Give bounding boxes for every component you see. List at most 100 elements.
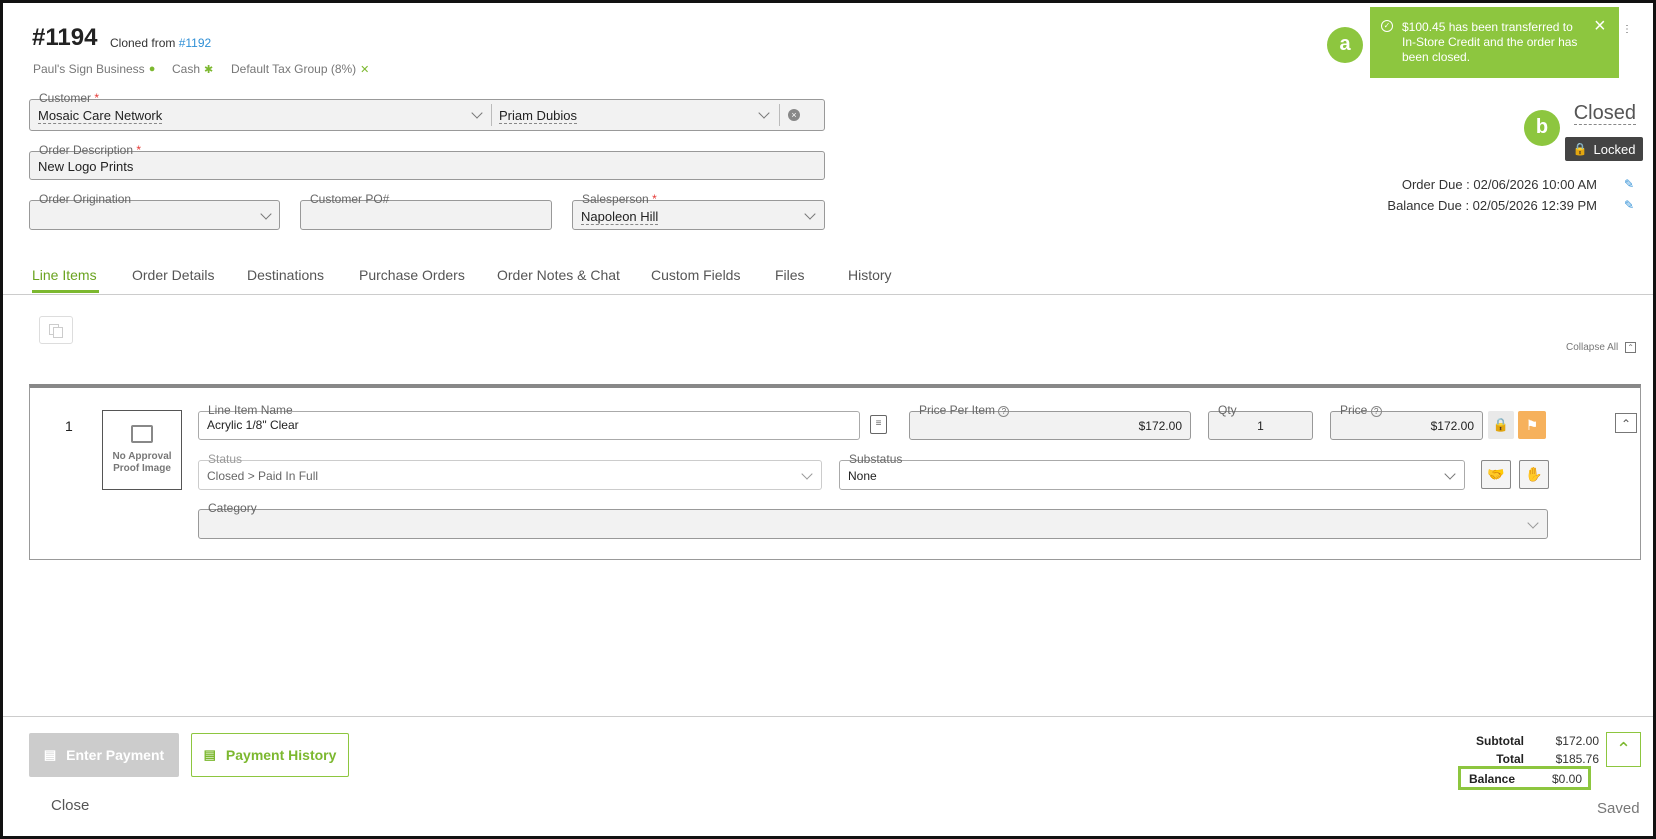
clear-contact-icon[interactable]: × bbox=[788, 109, 800, 121]
balance-highlight: Balance $0.00 bbox=[1458, 766, 1591, 790]
customer-field[interactable]: Customer * Mosaic Care Network Priam Dub… bbox=[29, 91, 825, 131]
contact-value: Priam Dubios bbox=[499, 108, 578, 124]
order-origination-label: Order Origination bbox=[37, 192, 134, 206]
qty-value: 1 bbox=[1257, 419, 1264, 433]
annotation-badge-a: a bbox=[1327, 27, 1363, 63]
tab-destinations[interactable]: Destinations bbox=[247, 267, 324, 283]
copy-icon-back bbox=[53, 327, 63, 338]
substatus-chevron-down-icon[interactable] bbox=[1444, 468, 1456, 480]
percent-icon: ✕ bbox=[360, 63, 370, 76]
collapse-line-item-chevron-up-icon[interactable]: ⌃ bbox=[1615, 413, 1637, 433]
payment-history-button[interactable]: ▤ Payment History bbox=[191, 733, 349, 777]
status-field[interactable]: Status Closed > Paid In Full bbox=[198, 452, 822, 490]
asterisk-icon: ✱ bbox=[204, 63, 214, 76]
customer-value: Mosaic Care Network bbox=[38, 108, 163, 124]
tab-order-notes-chat[interactable]: Order Notes & Chat bbox=[497, 267, 620, 283]
proof-image-placeholder[interactable]: No Approval Proof Image bbox=[102, 410, 182, 490]
lock-icon: 🔒 bbox=[1572, 142, 1588, 156]
price-help-icon: ? bbox=[1370, 406, 1382, 417]
customer-po-field[interactable]: Customer PO# bbox=[300, 192, 552, 230]
line-item-name-value: Acrylic 1/8" Clear bbox=[207, 418, 299, 432]
handshake-broken-icon[interactable]: ✋ bbox=[1519, 460, 1549, 489]
toast-message: $100.45 has been transferred to In-Store… bbox=[1402, 20, 1578, 64]
balance-value: $0.00 bbox=[1551, 772, 1582, 786]
order-description-field[interactable]: Order Description * New Logo Prints bbox=[29, 143, 825, 180]
balance-due: Balance Due : 02/05/2026 12:39 PM bbox=[1387, 198, 1597, 213]
tab-bar: Line Items Order Details Destinations Pu… bbox=[3, 251, 1653, 295]
order-description-value: New Logo Prints bbox=[38, 159, 134, 174]
status-value: Closed > Paid In Full bbox=[207, 469, 319, 483]
cloned-from-link[interactable]: #1192 bbox=[179, 36, 211, 50]
receipt-icon: ▤ bbox=[203, 747, 216, 762]
salesperson-chevron-down-icon[interactable] bbox=[804, 208, 816, 220]
line-item-name-label: Line Item Name bbox=[206, 403, 295, 417]
category-chevron-down-icon[interactable] bbox=[1527, 517, 1539, 529]
tax-meta: Default Tax Group (8%) ✕ bbox=[231, 62, 369, 76]
collapse-all-label: Collapse All bbox=[1566, 342, 1619, 354]
tab-order-details[interactable]: Order Details bbox=[132, 267, 214, 283]
edit-balance-due-pencil-icon[interactable]: ✎ bbox=[1624, 198, 1635, 212]
order-description-label: Order Description * bbox=[37, 143, 144, 157]
flag-icon[interactable]: ⚑ bbox=[1518, 411, 1546, 439]
locked-badge[interactable]: 🔒 Locked bbox=[1565, 137, 1643, 161]
tab-line-items[interactable]: Line Items bbox=[32, 267, 97, 283]
copy-line-items-button[interactable] bbox=[39, 316, 73, 344]
line-item-card: 1 No Approval Proof Image Line Item Name… bbox=[29, 384, 1641, 560]
order-status[interactable]: Closed bbox=[1573, 102, 1636, 125]
substatus-value: None bbox=[848, 469, 877, 483]
enter-payment-label: Enter Payment bbox=[66, 747, 165, 763]
salesperson-field[interactable]: Salesperson * Napoleon Hill bbox=[572, 192, 825, 230]
line-item-number: 1 bbox=[65, 418, 73, 434]
more-options-icon[interactable]: ⋮ bbox=[1622, 25, 1632, 35]
customer-chevron-down-icon[interactable] bbox=[471, 107, 483, 119]
origination-chevron-down-icon[interactable] bbox=[260, 208, 272, 220]
payment-history-label: Payment History bbox=[225, 747, 337, 763]
line-item-name-field[interactable]: Line Item Name Acrylic 1/8" Clear bbox=[198, 403, 860, 440]
list-details-icon[interactable]: ≡ bbox=[870, 415, 887, 434]
proof-image-text: No Approval Proof Image bbox=[112, 451, 172, 474]
category-field[interactable]: Category bbox=[198, 501, 1548, 539]
saved-status: Saved bbox=[1597, 800, 1640, 817]
category-label: Category bbox=[206, 501, 259, 515]
price-value: $172.00 bbox=[1430, 419, 1474, 433]
check-circle-icon: ✓ bbox=[1381, 20, 1393, 32]
salesperson-label: Salesperson * bbox=[580, 192, 659, 206]
close-button[interactable]: Close bbox=[51, 797, 89, 814]
contact-chevron-down-icon[interactable] bbox=[758, 107, 770, 119]
customer-label: Customer * bbox=[37, 91, 102, 105]
order-origination-field[interactable]: Order Origination bbox=[29, 192, 280, 230]
close-toast-icon[interactable]: × bbox=[1594, 16, 1606, 36]
collapse-all-button[interactable]: Collapse All ⌃ bbox=[1566, 342, 1637, 354]
company-meta: Paul's Sign Business ● bbox=[33, 62, 155, 76]
qty-field[interactable]: Qty 1 bbox=[1208, 403, 1313, 440]
edit-order-due-pencil-icon[interactable]: ✎ bbox=[1624, 177, 1635, 191]
image-icon bbox=[131, 425, 153, 443]
status-chevron-down-icon[interactable] bbox=[801, 468, 813, 480]
company-name: Paul's Sign Business bbox=[33, 62, 145, 76]
cloned-from-label: Cloned from bbox=[110, 36, 176, 50]
total-value: $185.76 bbox=[1555, 752, 1599, 766]
price-field[interactable]: Price ? $172.00 bbox=[1330, 403, 1483, 440]
price-per-item-value: $172.00 bbox=[1138, 419, 1182, 433]
tab-history[interactable]: History bbox=[848, 267, 892, 283]
tab-custom-fields[interactable]: Custom Fields bbox=[651, 267, 740, 283]
customer-po-label: Customer PO# bbox=[308, 192, 392, 206]
contact-divider bbox=[779, 104, 780, 126]
enter-payment-button[interactable]: ▤ Enter Payment bbox=[29, 733, 179, 777]
qty-label: Qty bbox=[1216, 403, 1239, 417]
price-per-item-field[interactable]: Price Per Item ? $172.00 bbox=[909, 403, 1191, 440]
order-due: Order Due : 02/06/2026 10:00 AM bbox=[1401, 177, 1597, 192]
subtotal-label: Subtotal bbox=[1476, 734, 1524, 748]
payment-type: Cash bbox=[172, 62, 201, 76]
status-label: Status bbox=[206, 452, 245, 466]
handshake-icon[interactable]: 🤝 bbox=[1481, 460, 1511, 489]
substatus-label: Substatus bbox=[847, 452, 905, 466]
price-lock-icon[interactable]: 🔒 bbox=[1488, 411, 1514, 439]
annotation-badge-b: b bbox=[1524, 110, 1560, 146]
tab-files[interactable]: Files bbox=[775, 267, 805, 283]
tab-purchase-orders[interactable]: Purchase Orders bbox=[359, 267, 465, 283]
scroll-top-chevron-up-icon[interactable]: ⌃ bbox=[1606, 732, 1641, 767]
active-tab-indicator bbox=[32, 290, 99, 293]
tax-group: Default Tax Group (8%) bbox=[231, 62, 357, 76]
substatus-field[interactable]: Substatus None bbox=[839, 452, 1465, 490]
